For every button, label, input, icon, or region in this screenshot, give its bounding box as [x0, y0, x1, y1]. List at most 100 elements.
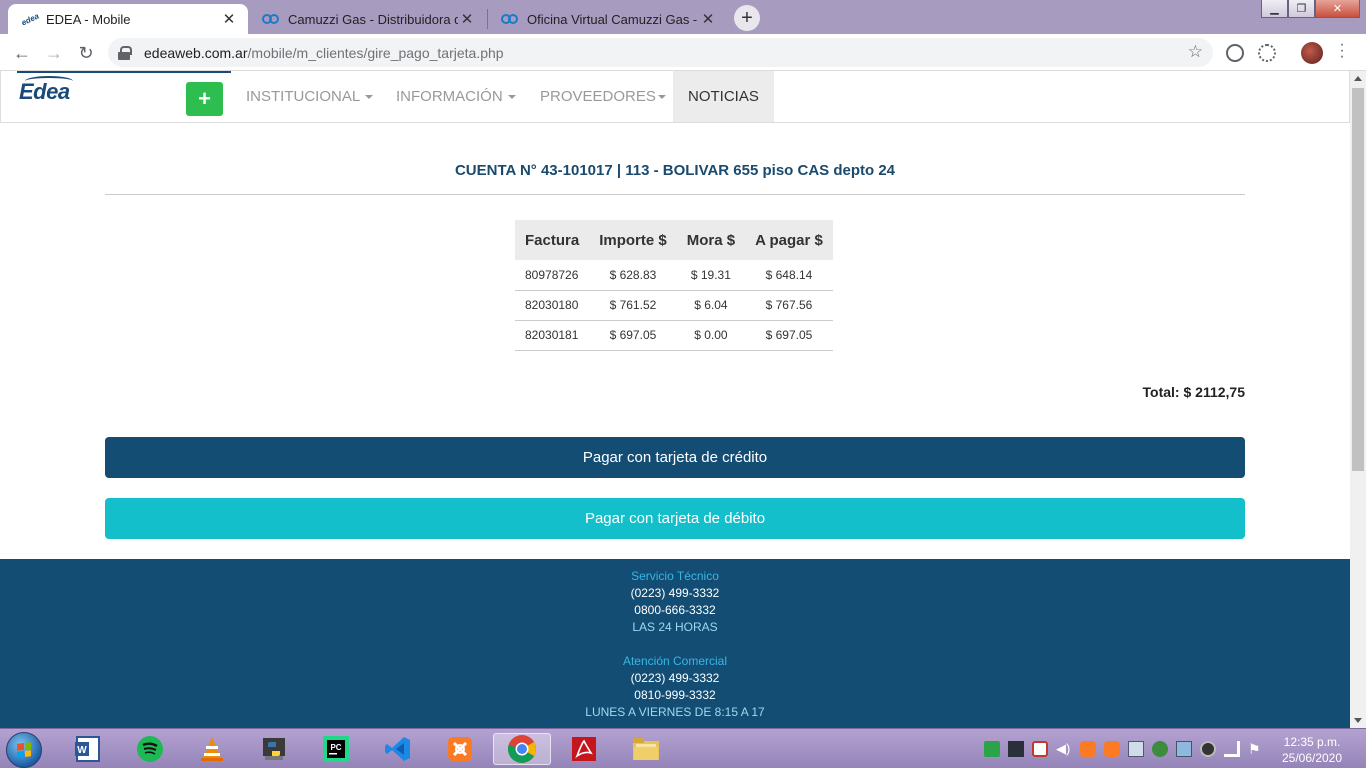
scrollbar-thumb[interactable]	[1352, 88, 1364, 471]
plus-menu-button[interactable]: +	[186, 82, 223, 116]
start-button[interactable]	[6, 732, 42, 768]
scroll-up-arrow-icon[interactable]	[1354, 76, 1362, 81]
invoice-number: 82030181	[515, 320, 590, 351]
invoice-late-fee: $ 0.00	[676, 320, 746, 351]
window-close-button[interactable]: ✕	[1315, 0, 1360, 18]
commercial-phone-1[interactable]: (0223) 499-3332	[0, 670, 1350, 687]
settings-extension-icon[interactable]	[1258, 44, 1276, 62]
table-row: 82030180 $ 761.52 $ 6.04 $ 767.56	[515, 290, 833, 321]
address-bar[interactable]: edeaweb.com.ar/mobile/m_clientes/gire_pa…	[108, 38, 1213, 67]
invoice-number: 82030180	[515, 290, 590, 321]
tray-check-icon[interactable]	[984, 741, 1000, 757]
browser-toolbar: ← → ↻ edeaweb.com.ar/mobile/m_clientes/g…	[0, 34, 1366, 71]
commercial-title: Atención Comercial	[622, 654, 728, 668]
invoice-late-fee: $ 6.04	[676, 290, 746, 321]
spotify-icon[interactable]	[134, 733, 166, 765]
pay-credit-card-button[interactable]: Pagar con tarjeta de crédito	[105, 437, 1245, 478]
pay-debit-card-button[interactable]: Pagar con tarjeta de débito	[105, 498, 1245, 539]
vertical-scrollbar[interactable]	[1350, 71, 1366, 728]
invoice-number: 80978726	[515, 260, 590, 291]
col-header-importe: Importe $	[589, 220, 677, 260]
menu-dots-icon[interactable]: · · ·	[1339, 37, 1345, 65]
windows-logo-icon	[17, 742, 31, 758]
col-header-a-pagar: A pagar $	[745, 220, 833, 260]
vscode-icon[interactable]	[382, 733, 414, 765]
windows-taskbar: W PC ◀) ⚑ 12:35 p.m. 25/06/2020	[0, 728, 1366, 768]
site-footer: Servicio Técnico (0223) 499-3332 0800-66…	[0, 559, 1350, 728]
site-header: Edea + INSTITUCIONAL INFORMACIÓN PROVEED…	[0, 71, 1350, 123]
tray-monitor-icon[interactable]	[1008, 741, 1024, 757]
edea-favicon-icon: edea	[19, 11, 41, 27]
camuzzi-favicon-icon	[501, 13, 519, 25]
nav-label: INFORMACIÓN	[396, 88, 503, 105]
tray-xampp-icon[interactable]	[1104, 741, 1120, 757]
close-icon[interactable]: ✕	[699, 10, 717, 28]
bookmark-star-icon[interactable]: ☆	[1188, 42, 1203, 62]
service-phone-2[interactable]: 0800-666-3332	[0, 602, 1350, 619]
nav-noticias[interactable]: NOTICIAS	[673, 71, 774, 122]
service-hours: LAS 24 HORAS	[632, 620, 718, 634]
commercial-hours: LUNES A VIERNES DE 8:15 A 17	[585, 705, 765, 719]
forward-arrow-icon[interactable]: →	[43, 42, 65, 64]
pycharm-icon[interactable]: PC	[320, 733, 352, 765]
tab-camuzzi-gas[interactable]: Camuzzi Gas - Distribuidora de Gas ✕	[248, 4, 486, 34]
tray-security-icon[interactable]	[1032, 741, 1048, 757]
nav-label: INSTITUCIONAL	[246, 88, 361, 105]
minimize-button[interactable]: ▁	[1261, 0, 1288, 18]
commercial-phone-2[interactable]: 0810-999-3332	[0, 687, 1350, 704]
invoice-amount: $ 628.83	[589, 260, 677, 291]
profile-avatar[interactable]	[1301, 42, 1323, 64]
explorer-icon[interactable]	[630, 733, 662, 765]
tray-display-icon[interactable]	[1176, 741, 1192, 757]
nav-label: PROVEEDORES	[540, 88, 656, 105]
maximize-button[interactable]: ❐	[1288, 0, 1315, 18]
browser-tabstrip: edea EDEA - Mobile ✕ Camuzzi Gas - Distr…	[0, 0, 1366, 34]
tray-network-tool-icon[interactable]	[1128, 741, 1144, 757]
vlc-icon[interactable]	[196, 733, 228, 765]
tray-disk-icon[interactable]	[1200, 741, 1216, 757]
caret-down-icon	[365, 94, 374, 99]
account-title: CUENTA N° 43-101017 | 113 - BOLIVAR 655 …	[454, 162, 896, 179]
invoice-amount: $ 697.05	[589, 320, 677, 351]
new-tab-button[interactable]: +	[734, 5, 760, 31]
invoice-late-fee: $ 19.31	[676, 260, 746, 291]
xampp-icon[interactable]	[444, 733, 476, 765]
url-host: edeaweb.com.ar	[144, 44, 248, 61]
tab-title: Oficina Virtual Camuzzi Gas - Distribuid…	[527, 11, 699, 27]
tray-xampp-icon[interactable]	[1080, 741, 1096, 757]
total-amount: Total: $ 2112,75	[1142, 384, 1245, 400]
invoices-table: Factura Importe $ Mora $ A pagar $ 80978…	[515, 220, 833, 351]
nav-proveedores[interactable]: PROVEEDORES	[540, 71, 666, 122]
table-header-row: Factura Importe $ Mora $ A pagar $	[515, 220, 833, 260]
nav-informacion[interactable]: INFORMACIÓN	[396, 71, 516, 122]
python-icon[interactable]	[258, 733, 290, 765]
nav-label: NOTICIAS	[688, 88, 759, 105]
caret-down-icon	[657, 94, 666, 99]
tray-update-icon[interactable]	[1152, 741, 1168, 757]
back-arrow-icon[interactable]: ←	[11, 42, 33, 64]
tray-signal-icon[interactable]	[1224, 741, 1240, 757]
edea-logo[interactable]: Edea	[19, 79, 70, 105]
close-icon[interactable]: ✕	[220, 10, 238, 28]
service-title: Servicio Técnico	[631, 569, 719, 583]
nav-institucional[interactable]: INSTITUCIONAL	[246, 71, 374, 122]
tab-title: EDEA - Mobile	[46, 11, 131, 27]
invoice-amount: $ 761.52	[589, 290, 677, 321]
tab-oficina-virtual[interactable]: Oficina Virtual Camuzzi Gas - Distribuid…	[487, 4, 727, 34]
taskbar-clock[interactable]: 12:35 p.m. 25/06/2020	[1272, 734, 1352, 766]
close-icon[interactable]: ✕	[458, 10, 476, 28]
clock-time: 12:35 p.m.	[1283, 735, 1341, 749]
invoice-to-pay: $ 697.05	[745, 320, 833, 351]
acrobat-icon[interactable]	[568, 733, 600, 765]
service-phone-1[interactable]: (0223) 499-3332	[0, 585, 1350, 602]
tray-volume-icon[interactable]: ◀)	[1056, 741, 1072, 757]
extension-icon[interactable]	[1226, 44, 1244, 62]
scroll-down-arrow-icon[interactable]	[1354, 718, 1362, 723]
chrome-icon[interactable]	[493, 733, 551, 765]
tray-flag-icon[interactable]: ⚑	[1248, 741, 1264, 757]
url-path: /mobile/m_clientes/gire_pago_tarjeta.php	[247, 44, 504, 61]
divider	[105, 194, 1245, 195]
word-icon[interactable]: W	[72, 733, 104, 765]
tab-edea-mobile[interactable]: edea EDEA - Mobile ✕	[8, 4, 248, 34]
reload-icon[interactable]: ↻	[75, 42, 97, 64]
